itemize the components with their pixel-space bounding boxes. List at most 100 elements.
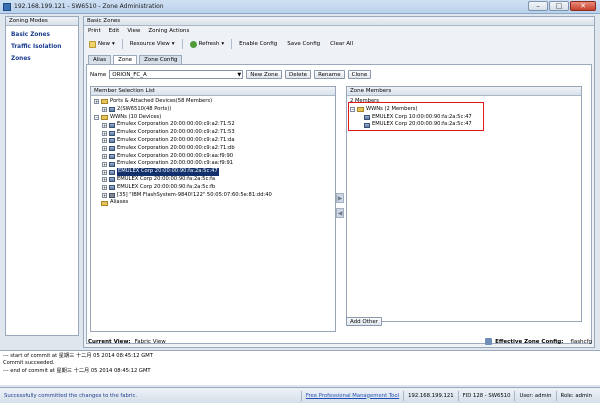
toolbar-separator (121, 39, 123, 49)
basic-zones-link[interactable]: Basic Zones (6, 29, 78, 41)
expand-icon[interactable]: + (102, 161, 107, 167)
current-view-label: Current View: (88, 338, 131, 345)
wwn-label: Emulex Corporation 20:00:00:00:c9:aa:f9:… (117, 160, 234, 167)
switch-icon (109, 107, 115, 113)
status-role: Role: admin (555, 390, 600, 401)
chevron-down-icon: ▾ (171, 41, 175, 47)
tree-item-wwn[interactable]: + Emulex Corporation 20:00:00:00:c9:aa:f… (94, 160, 332, 168)
menu-zoning-actions[interactable]: Zoning Actions (146, 27, 191, 36)
tree-item-wwn[interactable]: + Emulex Corporation 20:00:00:00:c9:a2:7… (94, 121, 332, 129)
hba-icon (109, 146, 115, 152)
tree-node-wwns[interactable]: − WWNs (10 Devices) (94, 114, 332, 122)
ports-label: Ports & Attached Devices(58 Members) (110, 98, 213, 104)
window-title: 192.168.199.121 - SW6510 - Zone Administ… (14, 3, 164, 10)
tree-item-wwn-selected[interactable]: + EMULEX Corp 20:00:00:90:fa:2a:5c:47 (94, 168, 332, 176)
expand-icon[interactable]: + (102, 146, 107, 152)
collapse-icon[interactable]: − (94, 114, 99, 120)
log-line: Commit succeeded. (3, 360, 55, 367)
menu-view[interactable]: View (125, 27, 142, 36)
app-icon (3, 3, 11, 11)
clear-all-button[interactable]: Clear All (327, 39, 356, 50)
zone-name-select[interactable]: ORION_FC_A ▼ (109, 70, 244, 79)
tab-zone-config[interactable]: Zone Config (139, 55, 183, 64)
folder-icon (101, 114, 108, 120)
hba-icon (109, 122, 115, 128)
tab-zone[interactable]: Zone (113, 55, 138, 64)
expand-icon[interactable]: + (94, 99, 99, 105)
expand-icon[interactable]: + (102, 169, 107, 175)
menu-bar: Print Edit View Zoning Actions (86, 27, 191, 36)
expand-icon[interactable]: + (102, 185, 107, 191)
tree-node-switch[interactable]: + 2(SW6510(48 Ports)) (94, 106, 332, 114)
hba-icon (109, 185, 115, 191)
tab-alias[interactable]: Alias (88, 55, 112, 64)
zone-name-row: Name ORION_FC_A ▼ New Zone Delete Rename… (90, 69, 372, 80)
tree-item-wwn[interactable]: + Emulex Corporation 20:00:00:00:c9:a2:7… (94, 129, 332, 137)
hba-icon (109, 169, 115, 175)
menu-edit[interactable]: Edit (107, 27, 122, 36)
title-bar: 192.168.199.121 - SW6510 - Zone Administ… (0, 0, 600, 14)
new-icon (89, 40, 96, 48)
wwn-label: Emulex Corporation 20:00:00:00:c9:a2:71:… (117, 129, 235, 136)
expand-icon[interactable]: + (102, 107, 107, 113)
wwn-label: EMULEX Corp 20:00:00:90:fa:2a:5c:fa (117, 175, 216, 182)
tree-item-wwn[interactable]: + Emulex Corporation 20:00:00:00:c9:aa:f… (94, 153, 332, 161)
hba-icon (109, 130, 115, 136)
log-line: --- end of commit at 星期三 十二月 05 2014 08:… (3, 367, 151, 374)
refresh-icon (189, 40, 197, 48)
wwn-label: EMULEX Corp 20:00:00:90:fa:2a:5c:47 (117, 168, 219, 176)
zoning-modes-panel: Zoning Modes Basic Zones Traffic Isolati… (5, 16, 79, 336)
tree-item-wwn[interactable]: + Emulex Corporation 20:00:00:00:c9:a2:7… (94, 137, 332, 145)
zone-name-value: ORION_FC_A (112, 72, 147, 78)
tree-item-wwn[interactable]: + [35] "IBM FlashSystem-9840!122" 50:05:… (94, 192, 332, 200)
minimize-button[interactable]: – (528, 1, 548, 11)
tree-item-wwn[interactable]: + Emulex Corporation 20:00:00:00:c9:a2:7… (94, 145, 332, 153)
hba-icon (109, 153, 115, 159)
chevron-down-icon: ▼ (237, 72, 242, 78)
delete-button[interactable]: Delete (284, 70, 312, 79)
refresh-label: Refresh (198, 41, 220, 47)
toolbar-separator (181, 39, 183, 49)
expand-icon[interactable]: + (102, 153, 107, 159)
enable-config-button[interactable]: Enable Config (236, 39, 280, 50)
toolbar: New ▾ Resource View ▾ Refresh ▾ Enable C… (86, 38, 356, 50)
hba-icon (109, 177, 115, 183)
resource-view-label: Resource View (129, 41, 170, 47)
tree-item-wwn[interactable]: + EMULEX Corp 20:00:00:90:fa:2a:5c:fa (94, 176, 332, 184)
tree-item-wwn[interactable]: + EMULEX Corp 20:00:00:90:fa:2a:5c:fb (94, 184, 332, 192)
rename-button[interactable]: Rename (314, 70, 345, 79)
status-user: User: admin (514, 390, 555, 401)
maximize-button[interactable]: □ (549, 1, 569, 11)
tree-node-aliases[interactable]: Aliases (94, 199, 332, 207)
tree-node-ports[interactable]: + Ports & Attached Devices(58 Members) (94, 98, 332, 106)
expand-icon[interactable]: + (102, 122, 107, 128)
menu-print[interactable]: Print (86, 27, 103, 36)
wwn-label: Emulex Corporation 20:00:00:00:c9:aa:f9:… (117, 152, 234, 159)
add-other-button[interactable]: Add Other (346, 317, 383, 326)
new-button[interactable]: New ▾ (86, 39, 118, 50)
remove-member-button[interactable]: ◀ (336, 208, 344, 218)
refresh-button[interactable]: Refresh ▾ (187, 39, 228, 50)
member-selection-pane: Member Selection List + Ports & Attached… (90, 86, 336, 332)
close-button[interactable]: ✕ (570, 1, 596, 11)
current-view-value: Fabric View (134, 338, 166, 345)
commit-log: --- start of commit at 星期三 十二月 05 2014 0… (0, 350, 600, 385)
expand-icon[interactable]: + (102, 138, 107, 144)
expand-icon[interactable]: + (102, 177, 107, 183)
name-label: Name (90, 71, 107, 78)
free-tool-link[interactable]: Free Professional Management Tool (300, 390, 403, 401)
highlight-box (348, 102, 484, 131)
expand-icon[interactable]: + (102, 192, 107, 198)
wwn-label: Emulex Corporation 20:00:00:00:c9:a2:71:… (117, 136, 235, 143)
clone-button[interactable]: Clone (347, 70, 372, 79)
add-member-button[interactable]: ▶ (336, 193, 344, 203)
expand-icon[interactable]: + (102, 130, 107, 136)
traffic-isolation-zones-link[interactable]: Traffic Isolation Zones (6, 41, 78, 62)
resource-view-button[interactable]: Resource View ▾ (127, 39, 178, 50)
wwn-label: [35] "IBM FlashSystem-9840!122" 50:05:07… (117, 191, 272, 198)
save-config-button[interactable]: Save Config (284, 39, 323, 50)
effective-config-group: Effective Zone Config: flashcfg (485, 338, 592, 345)
new-label: New (98, 41, 110, 47)
basic-zones-header: Basic Zones (84, 17, 594, 26)
new-zone-button[interactable]: New Zone (246, 70, 282, 79)
